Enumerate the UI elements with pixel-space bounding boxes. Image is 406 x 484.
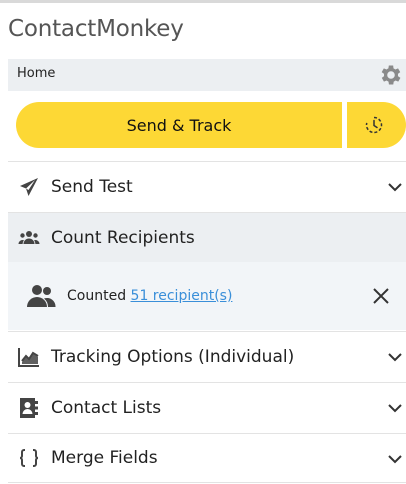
app-title: ContactMonkey <box>8 16 184 42</box>
breadcrumb-bar: Home <box>8 59 406 91</box>
chevron-down-icon <box>388 353 402 362</box>
chart-line-icon <box>16 346 42 368</box>
section-label: Send Test <box>51 176 133 197</box>
section-contact-lists[interactable]: Contact Lists <box>8 382 406 432</box>
clock-icon <box>365 116 383 134</box>
section-tracking-options[interactable]: Tracking Options (Individual) <box>8 331 406 381</box>
send-and-track-button[interactable]: Send & Track <box>16 102 342 148</box>
chevron-down-icon <box>388 183 402 192</box>
counted-text: Counted 51 recipient(s) <box>67 288 232 304</box>
schedule-send-button[interactable] <box>347 102 406 148</box>
section-label: Merge Fields <box>51 448 158 468</box>
section-label: Count Recipients <box>51 227 195 248</box>
recipients-link[interactable]: 51 recipient(s) <box>131 288 233 304</box>
section-count-recipients[interactable]: Count Recipients <box>8 212 406 262</box>
address-book-icon <box>16 397 42 419</box>
users-icon <box>27 285 56 307</box>
send-and-track-label: Send & Track <box>126 115 232 135</box>
section-label: Tracking Options (Individual) <box>51 346 295 367</box>
count-result-panel: Counted 51 recipient(s) <box>8 262 406 330</box>
section-label: Contact Lists <box>51 397 162 418</box>
section-send-test[interactable]: Send Test <box>8 161 406 211</box>
chevron-down-icon <box>388 455 402 464</box>
breadcrumb[interactable]: Home <box>17 66 55 81</box>
section-merge-fields[interactable]: Merge Fields <box>8 433 406 483</box>
chevron-down-icon <box>388 404 402 413</box>
gear-icon[interactable] <box>378 62 404 88</box>
curly-braces-icon <box>16 447 42 469</box>
paper-plane-icon <box>16 176 42 198</box>
counted-prefix: Counted <box>67 288 127 304</box>
top-divider <box>0 0 406 3</box>
close-icon[interactable] <box>371 286 391 306</box>
users-icon <box>16 227 42 249</box>
